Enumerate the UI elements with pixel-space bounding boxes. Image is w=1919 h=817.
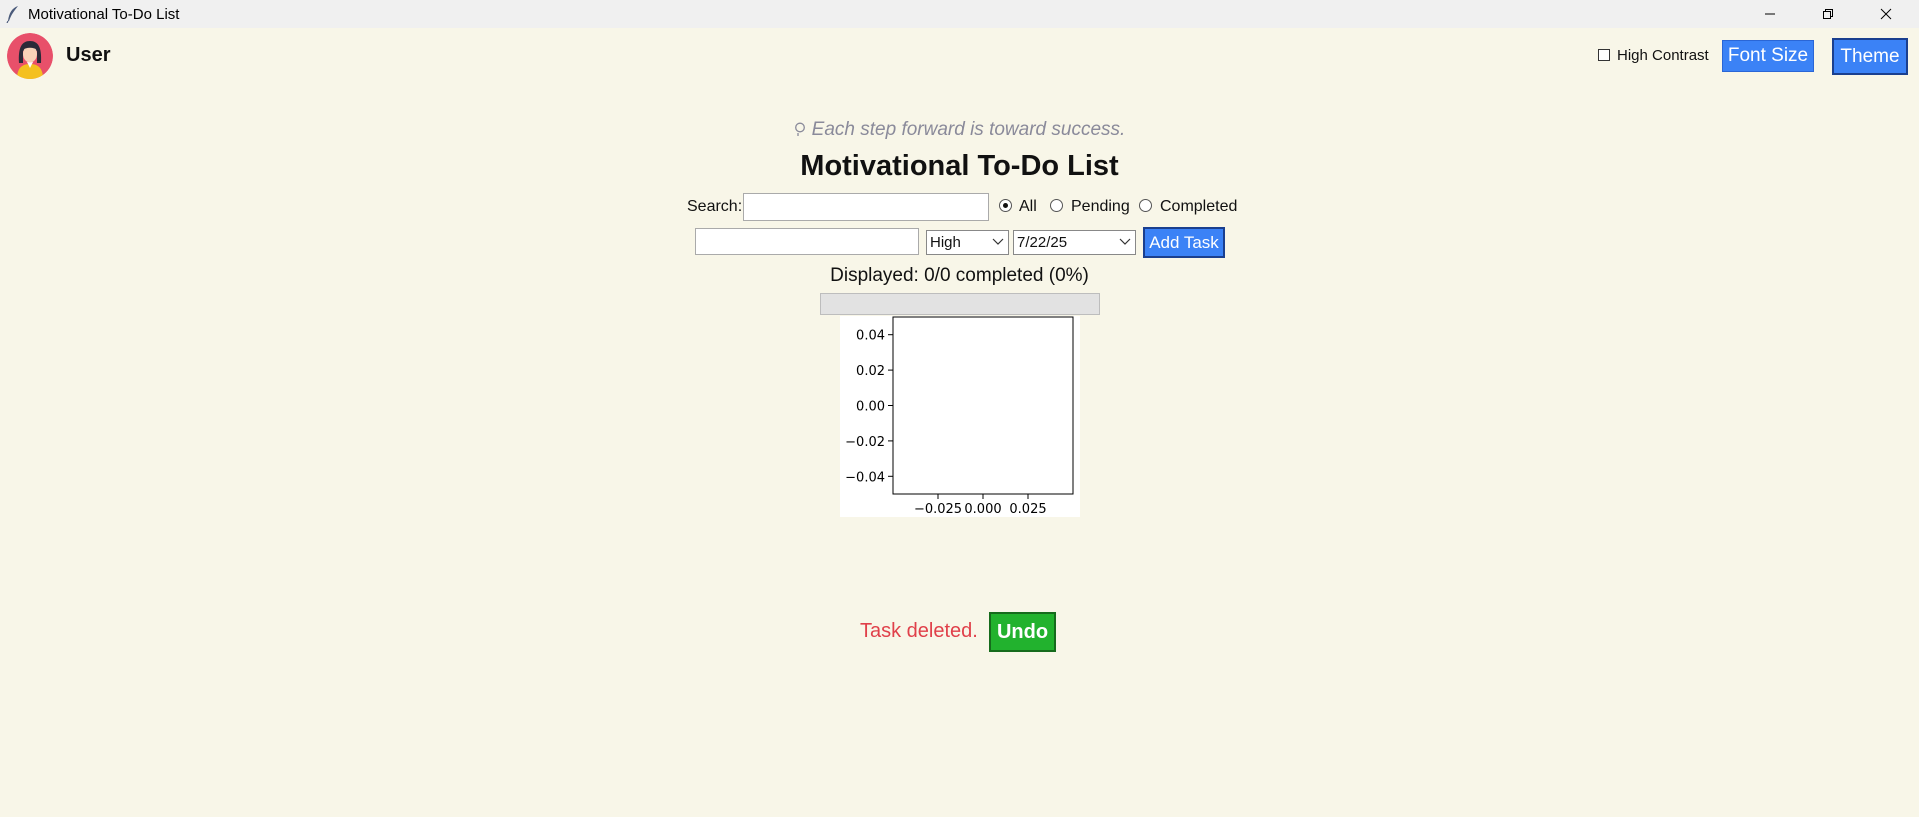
x-axis-ticks: −0.025 0.000 0.025 (914, 494, 1047, 517)
lightbulb-icon (794, 122, 805, 136)
completion-chart: 0.04 0.02 0.00 −0.02 −0.04 −0.025 0.000 0.025 (840, 316, 1080, 517)
plot-area (892, 316, 1074, 495)
close-button[interactable] (1857, 0, 1915, 28)
filter-pending-radio[interactable] (1050, 199, 1063, 212)
due-date-select[interactable]: 7/22/25 (1013, 230, 1136, 255)
filter-all-label[interactable]: All (1019, 198, 1037, 216)
minimize-icon (1765, 13, 1775, 15)
theme-button[interactable]: Theme (1832, 38, 1908, 75)
filter-all-radio[interactable] (999, 199, 1012, 212)
search-label: Search: (687, 198, 743, 215)
x-tick-label: −0.025 (914, 502, 962, 517)
status-message: Task deleted. (860, 620, 978, 642)
chevron-down-icon (992, 238, 1004, 245)
x-tick-label: 0.000 (964, 502, 1001, 517)
restore-icon (1823, 9, 1833, 19)
search-input[interactable] (743, 193, 989, 221)
filter-completed-label[interactable]: Completed (1160, 198, 1237, 216)
high-contrast-label[interactable]: High Contrast (1617, 47, 1709, 64)
undo-button[interactable]: Undo (989, 612, 1056, 652)
quote-text: Each step forward is toward success. (811, 119, 1126, 140)
progress-bar (820, 293, 1100, 315)
restore-button[interactable] (1799, 0, 1857, 28)
user-avatar-icon (7, 33, 53, 79)
chevron-down-icon (1119, 238, 1131, 245)
font-size-button[interactable]: Font Size (1722, 40, 1814, 72)
feather-icon (6, 6, 18, 23)
priority-value: High (930, 234, 961, 251)
motivational-quote: Each step forward is toward success. (794, 119, 1126, 141)
filter-pending-label[interactable]: Pending (1071, 198, 1130, 216)
priority-select[interactable]: High (926, 230, 1009, 255)
page-title: Motivational To-Do List (800, 150, 1119, 182)
close-icon (1880, 8, 1892, 20)
window-title: Motivational To-Do List (28, 6, 180, 23)
displayed-summary: Displayed: 0/0 completed (0%) (830, 265, 1089, 286)
y-tick-label: −0.02 (845, 435, 885, 450)
avatar (7, 33, 53, 79)
y-tick-label: −0.04 (845, 470, 885, 485)
window-titlebar: Motivational To-Do List (0, 0, 1919, 28)
y-axis-ticks: 0.04 0.02 0.00 −0.02 −0.04 (845, 329, 893, 485)
high-contrast-checkbox[interactable] (1598, 49, 1610, 61)
due-date-value: 7/22/25 (1017, 234, 1068, 251)
filter-completed-radio[interactable] (1139, 199, 1152, 212)
username: User (66, 44, 111, 66)
y-tick-label: 0.04 (856, 329, 885, 344)
add-task-button[interactable]: Add Task (1143, 227, 1225, 258)
quote-row: Each step forward is toward success. (0, 119, 1919, 143)
minimize-button[interactable] (1741, 0, 1799, 28)
new-task-input[interactable] (695, 228, 919, 255)
y-tick-label: 0.02 (856, 364, 885, 379)
y-tick-label: 0.00 (856, 400, 885, 415)
x-tick-label: 0.025 (1009, 502, 1046, 517)
